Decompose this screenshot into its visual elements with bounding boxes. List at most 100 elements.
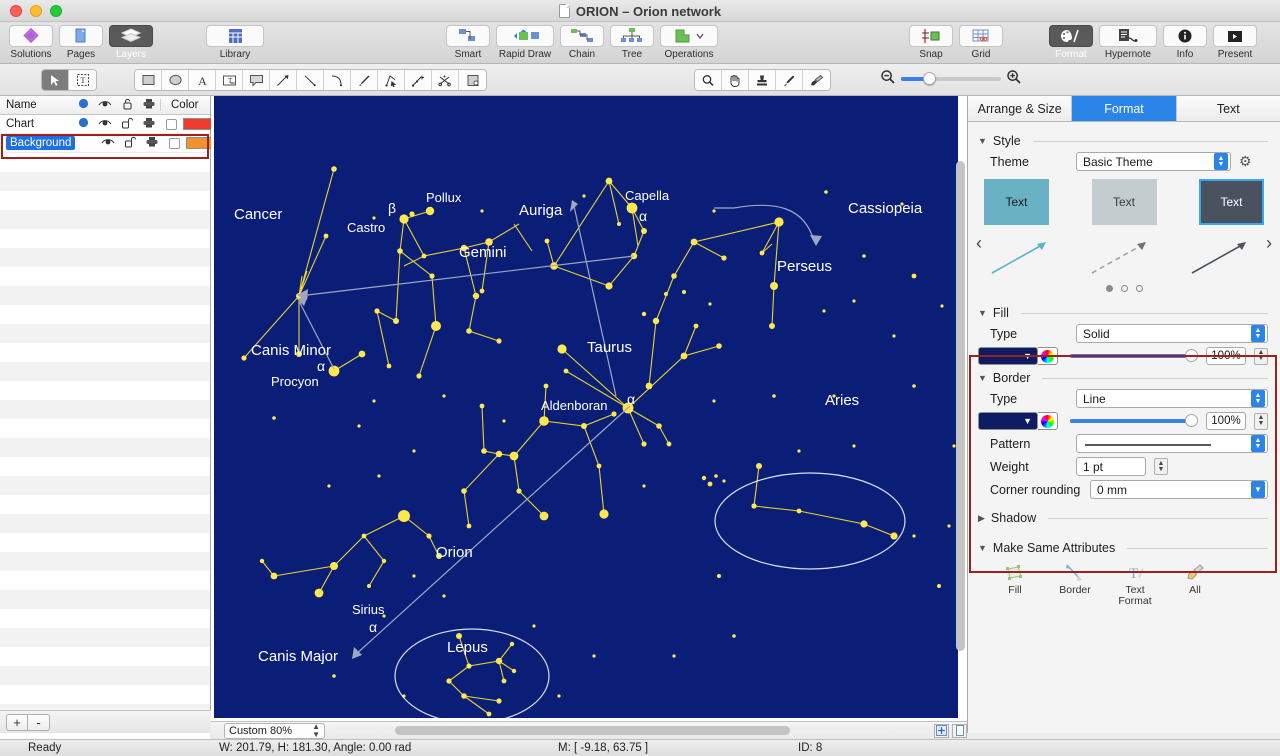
make-same-border-button[interactable]: Border [1052, 563, 1098, 607]
toolbar-chain-button[interactable]: Chain [557, 22, 607, 64]
border-color-control[interactable]: ▼ [978, 412, 1058, 430]
fit-page-button[interactable] [934, 723, 949, 738]
disclosure-triangle-icon[interactable]: ▼ [978, 373, 987, 383]
layer-unlock-icon[interactable] [116, 117, 138, 132]
chevron-updown-icon[interactable]: ▲ ▼ [1251, 325, 1265, 342]
layer-row-chart[interactable]: Chart [0, 115, 214, 134]
constellation-label[interactable]: β [388, 200, 396, 216]
toolbar-grid-button[interactable]: Grid [956, 22, 1006, 64]
constellation-label[interactable]: Gemini [459, 244, 507, 261]
toolbar-operations-button[interactable]: Operations [657, 22, 721, 64]
make-same-all-button[interactable]: All [1172, 563, 1218, 607]
layer-print-icon[interactable] [138, 117, 160, 131]
toolbar-smart-button[interactable]: Smart [443, 22, 493, 64]
fill-section-header[interactable]: ▼ Fill [968, 302, 1280, 322]
toolbar-present-button[interactable]: Present [1210, 22, 1260, 64]
stamp-icon[interactable] [749, 70, 776, 90]
paintbrush-icon[interactable] [803, 70, 830, 90]
constellation-label[interactable]: Taurus [587, 339, 632, 356]
zoom-control[interactable] [880, 69, 1022, 88]
layer-color-checkbox[interactable] [166, 118, 177, 130]
gear-icon[interactable]: ⚙ [1239, 153, 1252, 170]
color-wheel-icon[interactable] [1038, 347, 1058, 365]
constellation-label[interactable]: Cassiopeia [848, 200, 922, 217]
constellation-label[interactable]: Procyon [271, 374, 319, 389]
hypernote-page-icon[interactable] [459, 70, 486, 90]
tab-format[interactable]: Format [1072, 96, 1177, 121]
add-point-icon[interactable] [405, 70, 432, 90]
layer-color-cell[interactable] [160, 118, 214, 130]
chevron-updown-icon[interactable]: ▲ ▼ [1251, 435, 1265, 452]
constellation-label[interactable]: Canis Minor [251, 342, 331, 359]
canvas-horizontal-scrollbar[interactable] [335, 726, 931, 735]
fill-opacity-slider[interactable] [1070, 349, 1198, 362]
toolbar-tree-button[interactable]: Tree [607, 22, 657, 64]
pager-dot-1[interactable] [1105, 285, 1113, 292]
pointer-tool[interactable] [42, 70, 69, 90]
theme-swatch-3[interactable]: Text [1199, 179, 1264, 225]
zoom-out-icon[interactable] [880, 69, 896, 88]
toolbar-library-button[interactable]: Library [203, 22, 267, 64]
constellation-label[interactable]: Canis Major [258, 648, 338, 665]
layer-active-dot[interactable] [72, 117, 94, 131]
straight-line-icon[interactable] [297, 70, 324, 90]
tab-text[interactable]: Text [1176, 96, 1280, 121]
remove-layer-button[interactable]: - [28, 713, 50, 731]
disclosure-triangle-icon[interactable]: ▶ [978, 513, 985, 524]
fill-type-select[interactable]: Solid ▲ ▼ [1076, 324, 1268, 343]
rectangle-tool[interactable] [135, 70, 162, 90]
constellation-label[interactable]: α [627, 391, 635, 407]
toolbar-solutions-button[interactable]: Solutions [6, 22, 56, 64]
text-box-tool[interactable]: T [216, 70, 243, 90]
edit-point-icon[interactable] [378, 70, 405, 90]
chevron-updown-icon[interactable]: ▲ ▼ [1251, 390, 1265, 407]
page-layout-button[interactable] [952, 723, 967, 738]
constellation-label[interactable]: Aries [825, 392, 859, 409]
constellation-label[interactable]: Lepus [447, 639, 488, 656]
pager-dot-3[interactable] [1135, 285, 1143, 292]
fill-opacity-value[interactable]: 100% [1206, 347, 1246, 365]
border-opacity-stepper[interactable]: ▲ ▼ [1254, 412, 1268, 430]
disclosure-triangle-icon[interactable]: ▼ [978, 543, 987, 553]
constellation-label[interactable]: Castro [347, 220, 385, 235]
border-pattern-select[interactable]: ▲ ▼ [1076, 434, 1268, 453]
toolbar-hypernote-button[interactable]: Hypernote [1096, 22, 1160, 64]
shadow-section-header[interactable]: ▶ Shadow [968, 507, 1280, 527]
pen-nib-icon[interactable] [351, 70, 378, 90]
constellation-label[interactable]: Orion [436, 544, 473, 561]
corner-rounding-select[interactable]: 0 mm ▼ [1090, 480, 1268, 499]
text-select-tool[interactable]: T [69, 70, 96, 90]
tab-arrange-size[interactable]: Arrange & Size [968, 96, 1073, 121]
constellation-label[interactable]: α [317, 358, 325, 374]
pager-dot-2[interactable] [1120, 285, 1128, 292]
theme-pager-dots[interactable] [968, 285, 1280, 292]
toolbar-format-button[interactable]: Format [1046, 22, 1096, 64]
constellation-label[interactable]: Pollux [426, 190, 461, 205]
constellation-label[interactable]: Perseus [777, 258, 832, 275]
hand-icon[interactable] [722, 70, 749, 90]
disclosure-triangle-icon[interactable]: ▼ [978, 136, 987, 146]
theme-swatch-1[interactable]: Text [984, 179, 1049, 225]
star-chart-canvas[interactable]: Cassiopeia Cancer Pollux Castro β Auriga Capel… [214, 96, 958, 718]
canvas-zoom-select[interactable]: Custom 80% ▲ ▼ [224, 722, 325, 739]
constellation-label[interactable]: Cancer [234, 206, 282, 223]
style-section-header[interactable]: ▼ Style [968, 130, 1280, 150]
constellation-label[interactable]: Sirius [352, 602, 385, 617]
zoom-in-icon[interactable] [1006, 69, 1022, 88]
callout-bubble-icon[interactable] [243, 70, 270, 90]
eyedropper-icon[interactable] [776, 70, 803, 90]
letter-a-icon[interactable]: A [189, 70, 216, 90]
chevron-updown-icon[interactable]: ▲ ▼ [1214, 153, 1228, 170]
toolbar-snap-button[interactable]: Snap [906, 22, 956, 64]
border-type-select[interactable]: Line ▲ ▼ [1076, 389, 1268, 408]
layer-visible-eye-icon[interactable] [94, 117, 116, 131]
curve-line-icon[interactable] [324, 70, 351, 90]
make-same-text-format-button[interactable]: T Text Format [1112, 563, 1158, 607]
ellipse-tool[interactable] [162, 70, 189, 90]
toolbar-rapid-draw-button[interactable]: Rapid Draw [493, 22, 557, 64]
toolbar-info-button[interactable]: Info [1160, 22, 1210, 64]
layer-color-swatch[interactable] [183, 118, 214, 130]
color-wheel-icon[interactable] [1038, 412, 1058, 430]
disclosure-triangle-icon[interactable]: ▼ [978, 308, 987, 318]
constellation-label[interactable]: Auriga [519, 202, 562, 219]
